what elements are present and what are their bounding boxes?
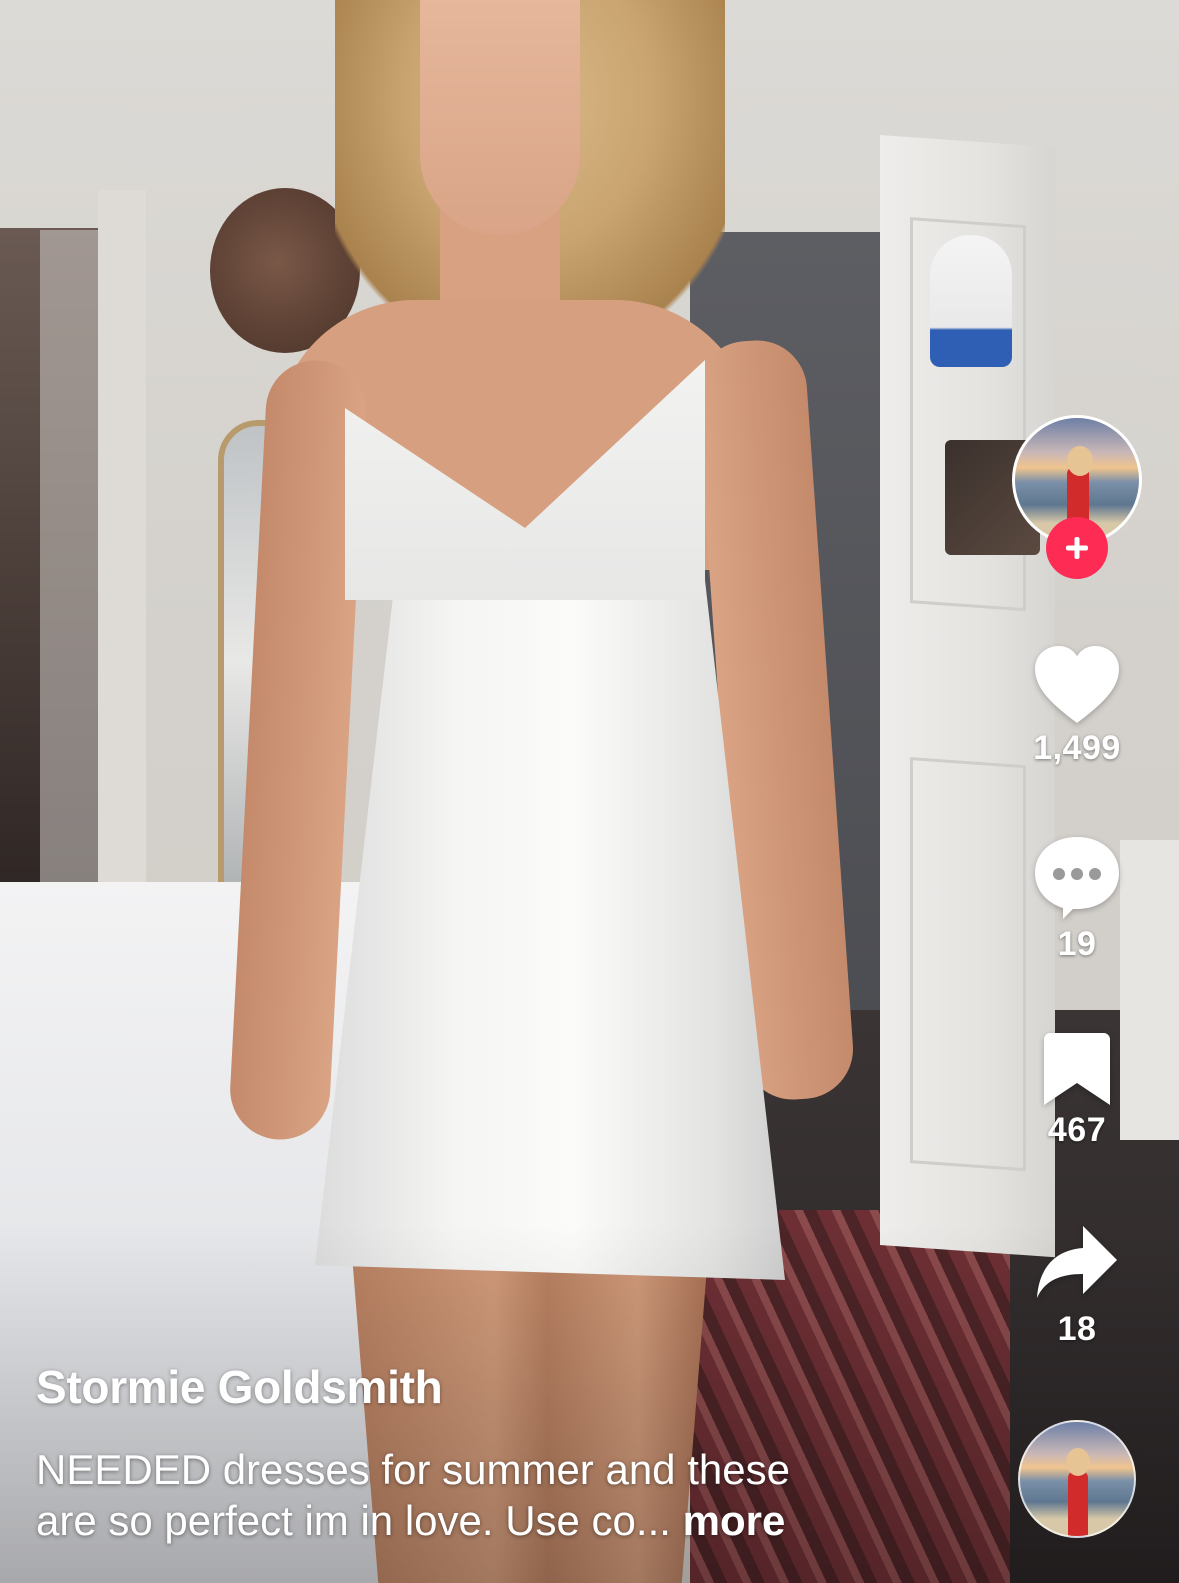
share-arrow-icon (1037, 1226, 1117, 1298)
share-count: 18 (1057, 1310, 1097, 1348)
comment-count: 19 (1057, 925, 1097, 963)
caption-line-1: NEEDED dresses for summer and these (36, 1446, 790, 1493)
author-name[interactable]: Stormie Goldsmith (36, 1360, 936, 1414)
like-button[interactable]: 1,499 (1018, 645, 1136, 768)
comment-button[interactable]: 19 (1018, 835, 1136, 964)
closet-frame (98, 190, 146, 890)
more-link[interactable]: more (683, 1497, 786, 1544)
save-button[interactable]: 467 (1018, 1033, 1136, 1150)
video-caption[interactable]: NEEDED dresses for summer and these are … (36, 1444, 866, 1546)
caption-line-2: are so perfect im in love. Use co... mor… (36, 1495, 866, 1546)
comment-bubble-icon (1035, 837, 1119, 919)
share-button[interactable]: 18 (1018, 1222, 1136, 1349)
closet-door (40, 230, 100, 890)
hanging-cap (930, 235, 1012, 367)
like-count: 1,499 (1033, 729, 1121, 767)
heart-icon (1035, 646, 1119, 723)
caption-line-2-text: are so perfect im in love. Use co... (36, 1497, 671, 1544)
caption-area: Stormie Goldsmith NEEDED dresses for sum… (36, 1360, 936, 1546)
person-face (420, 0, 580, 235)
save-count: 467 (1047, 1111, 1107, 1149)
music-disc-icon[interactable] (1018, 1420, 1136, 1538)
plus-icon (1066, 537, 1088, 559)
bookmark-icon (1044, 1033, 1110, 1105)
video-frame[interactable] (0, 0, 1179, 1583)
follow-button[interactable] (1046, 517, 1108, 579)
